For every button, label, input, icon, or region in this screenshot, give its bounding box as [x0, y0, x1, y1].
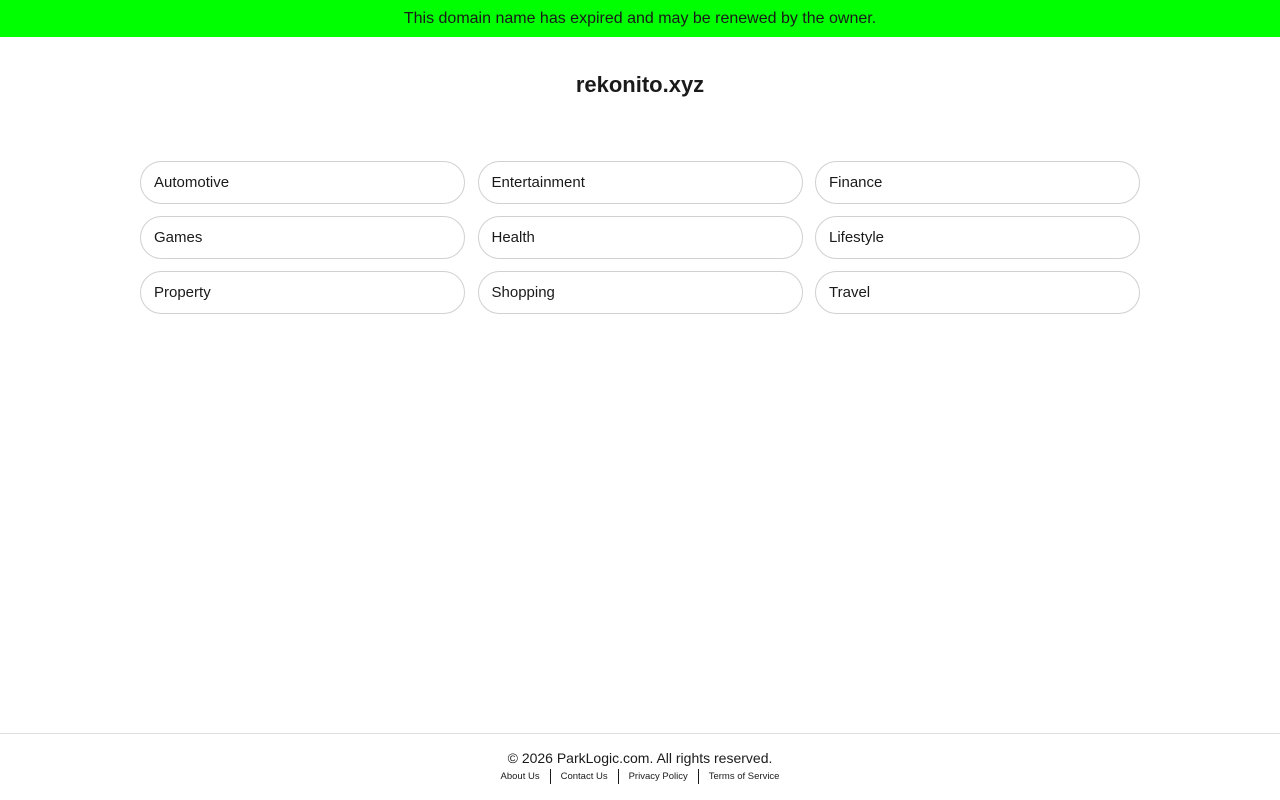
- category-links-grid: Automotive Entertainment Finance Games H…: [140, 161, 1140, 314]
- category-link-property[interactable]: Property: [140, 271, 465, 314]
- category-link-finance[interactable]: Finance: [815, 161, 1140, 204]
- footer-link-about-us[interactable]: About Us: [491, 769, 550, 784]
- footer-link-contact-us[interactable]: Contact Us: [549, 769, 618, 784]
- footer-links: About Us Contact Us Privacy Policy Terms…: [0, 769, 1280, 784]
- expired-domain-banner: This domain name has expired and may be …: [0, 0, 1280, 37]
- category-link-automotive[interactable]: Automotive: [140, 161, 465, 204]
- parked-domain-page: This domain name has expired and may be …: [0, 0, 1280, 800]
- page-footer: © 2026 ParkLogic.com. All rights reserve…: [0, 733, 1280, 800]
- category-link-lifestyle[interactable]: Lifestyle: [815, 216, 1140, 259]
- banner-message: This domain name has expired and may be …: [403, 9, 877, 27]
- copyright-text: © 2026 ParkLogic.com. All rights reserve…: [507, 750, 773, 766]
- domain-name-title: rekonito.xyz: [575, 72, 705, 97]
- footer-link-privacy-policy[interactable]: Privacy Policy: [617, 769, 698, 784]
- category-link-shopping[interactable]: Shopping: [477, 271, 803, 314]
- category-link-entertainment[interactable]: Entertainment: [477, 161, 803, 204]
- footer-link-terms-of-service[interactable]: Terms of Service: [697, 769, 790, 784]
- category-link-health[interactable]: Health: [477, 216, 803, 259]
- category-link-travel[interactable]: Travel: [815, 271, 1140, 314]
- category-link-games[interactable]: Games: [140, 216, 465, 259]
